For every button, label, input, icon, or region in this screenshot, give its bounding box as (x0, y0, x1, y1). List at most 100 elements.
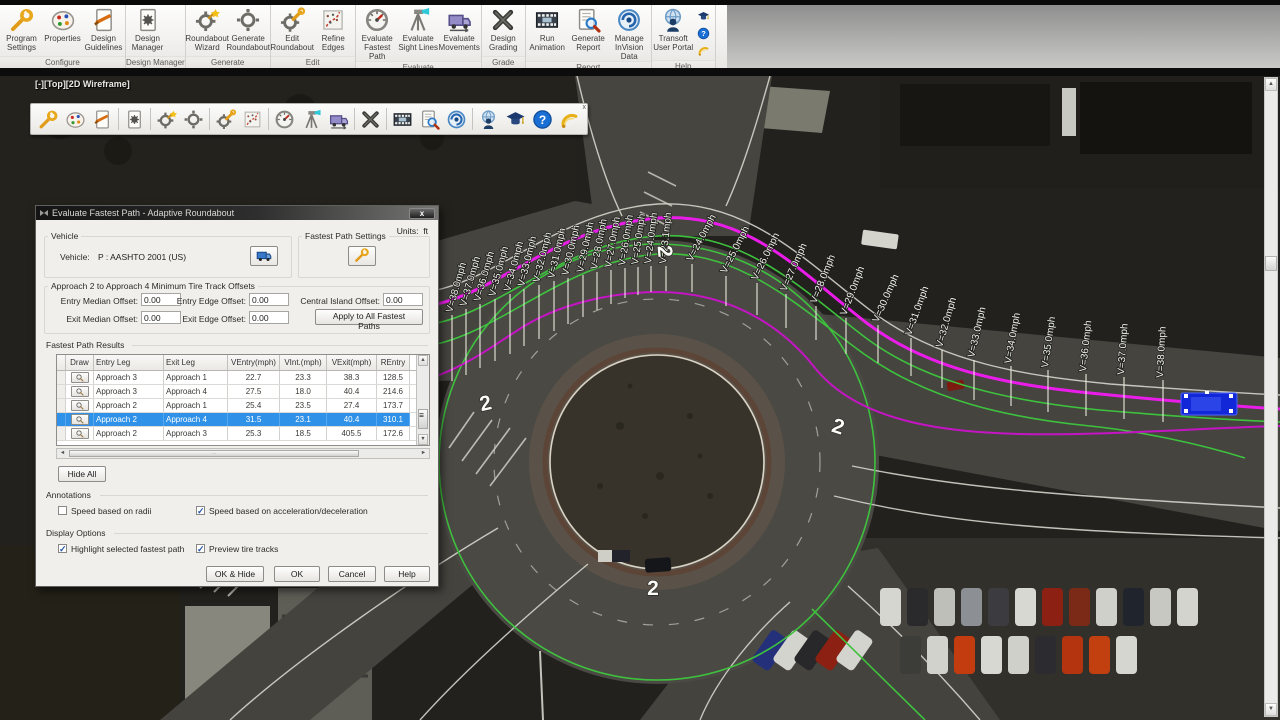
ribbon-transoft-user-portal-button[interactable]: Transoft User Portal (653, 6, 694, 52)
ribbon-design-grading-button[interactable]: Design Grading (483, 6, 524, 52)
ribbon-refine-edges-button[interactable]: Refine Edges (313, 6, 354, 52)
table-scroll-left[interactable]: ◄ (58, 450, 67, 457)
hide-all-button[interactable]: Hide All (58, 466, 106, 482)
ribbon-roundabout-wizard-button[interactable]: Roundabout Wizard (187, 6, 228, 52)
dialog-title-bar[interactable]: Evaluate Fastest Path - Adaptive Roundab… (36, 206, 438, 220)
toolbar-palette-button[interactable] (62, 106, 89, 132)
drawing-viewport[interactable]: V=38.0mphV=37.0mphV=36.0mphV=35.0mphV=34… (0, 76, 1280, 720)
viewport-vertical-scrollbar[interactable]: ▲ ▼ (1264, 77, 1278, 717)
ribbon-generate-roundabout-button[interactable]: Generate Roundabout (228, 6, 269, 52)
table-row[interactable]: Approach 2Approach 325.318.5405.5172.6 (57, 427, 429, 441)
ribbon-edit-roundabout-button[interactable]: Edit Roundabout (272, 6, 313, 52)
table-hscroll-thumb[interactable]: ⋯ (69, 450, 359, 457)
draw-cell[interactable] (66, 371, 94, 384)
dialog-close-button[interactable]: x (409, 208, 435, 219)
table-scroll-up[interactable]: ▲ (418, 355, 428, 366)
ribbon-program-settings-button[interactable]: Program Settings (1, 6, 42, 52)
column-header-draw[interactable]: Draw (66, 355, 94, 370)
help-button[interactable]: Help (384, 566, 430, 582)
parked-car (1089, 636, 1110, 674)
table-horizontal-scrollbar[interactable]: ◄ ⋯ ► (56, 448, 430, 459)
toolbar-doc-pen-button[interactable] (89, 106, 116, 132)
column-header-selector[interactable] (57, 355, 66, 370)
cancel-button[interactable]: Cancel (328, 566, 376, 582)
ribbon-grad-cap-button[interactable] (696, 8, 712, 24)
ribbon-properties-button[interactable]: Properties (42, 6, 83, 43)
table-cell: Approach 2 (94, 399, 164, 412)
toolbar-grading-button[interactable] (357, 106, 384, 132)
ribbon-help-circle-button[interactable]: ? (696, 25, 712, 41)
ribbon-evaluate-movements-button[interactable]: Evaluate Movements (439, 6, 480, 52)
toolbar-wrench-button[interactable] (35, 106, 62, 132)
ribbon-gauge-mini-button[interactable] (696, 42, 712, 58)
table-vertical-scrollbar[interactable]: ▲ ≡ ▼ (416, 355, 429, 445)
table-row[interactable]: Approach 3Approach 427.518.040.4214.6 (57, 385, 429, 399)
apply-all-fastest-paths-button[interactable]: Apply to All Fastest Paths (315, 309, 423, 325)
floating-toolbar: ?x (30, 103, 588, 135)
ribbon-design-guidelines-button[interactable]: Design Guidelines (83, 6, 124, 52)
toolbar-roundabout-wrench-button[interactable] (212, 106, 239, 132)
draw-cell[interactable] (66, 413, 94, 426)
ribbon-evaluate-sight-lines-button[interactable]: Evaluate Sight Lines (398, 6, 439, 52)
entry-edge-offset-input[interactable] (249, 293, 289, 306)
annotations-speed-based-on-acceleration-deceleration-checkbox[interactable]: ✓ (196, 506, 205, 515)
toolbar-gauge-mini-button[interactable] (556, 106, 583, 132)
toolbar-close-icon[interactable]: x (583, 104, 587, 111)
annotations-speed-based-on-radii-checkbox[interactable] (58, 506, 67, 515)
draw-cell[interactable] (66, 427, 94, 440)
column-header-vexit-mph[interactable]: VExit(mph) (327, 355, 377, 370)
table-scroll-right[interactable]: ► (419, 450, 428, 457)
central-island-offset-input[interactable] (383, 293, 423, 306)
toolbar-truck-button[interactable] (325, 106, 352, 132)
vehicle-picker-button[interactable] (250, 246, 278, 266)
ribbon-generate-report-button[interactable]: Generate Report (568, 6, 609, 52)
toolbar-doc-gear-button[interactable] (121, 106, 148, 132)
table-row[interactable]: Approach 3Approach 122.723.338.3128.5 (57, 371, 429, 385)
scroll-thumb[interactable] (1265, 256, 1277, 271)
table-row[interactable]: Approach 2Approach 125.423.527.4173.7 (57, 399, 429, 413)
ribbon-run-animation-button[interactable]: Run Animation (527, 6, 568, 52)
draw-path-button[interactable] (71, 428, 89, 439)
draw-path-button[interactable] (71, 386, 89, 397)
toolbar-refine-button[interactable] (239, 106, 266, 132)
scroll-down-arrow[interactable]: ▼ (1265, 703, 1277, 716)
draw-cell[interactable] (66, 385, 94, 398)
table-scroll-thumb[interactable]: ≡ (418, 409, 428, 429)
scroll-up-arrow[interactable]: ▲ (1265, 78, 1277, 91)
display-highlight-selected-fastest-path-checkbox[interactable]: ✓ (58, 544, 67, 553)
display-preview-tire-tracks-checkbox[interactable]: ✓ (196, 544, 205, 553)
draw-path-button[interactable] (71, 400, 89, 411)
toolbar-help-circle-button[interactable]: ? (529, 106, 556, 132)
toolbar-roundabout-wand-button[interactable] (153, 106, 180, 132)
toolbar-speedometer-button[interactable] (271, 106, 298, 132)
wrench-icon (354, 247, 370, 263)
ribbon-manage-invision-data-button[interactable]: Manage InVision Data (609, 6, 650, 61)
ribbon-side-buttons: ? (694, 6, 714, 60)
selected-vehicle[interactable] (1181, 391, 1237, 415)
column-header-vint-mph[interactable]: VInt.(mph) (280, 355, 327, 370)
fastest-path-results-table[interactable]: DrawEntry LegExit LegVEntry(mph)VInt.(mp… (56, 354, 430, 446)
toolbar-grad-cap-button[interactable] (502, 106, 529, 132)
ribbon-evaluate-fastest-path-button[interactable]: Evaluate Fastest Path (357, 6, 398, 61)
column-header-ventry-mph[interactable]: VEntry(mph) (228, 355, 280, 370)
column-header-entry-leg[interactable]: Entry Leg (94, 355, 164, 370)
ok-hide-button[interactable]: OK & Hide (206, 566, 264, 582)
ribbon-group-evaluate: Evaluate Fastest PathEvaluate Sight Line… (356, 5, 482, 68)
draw-cell[interactable] (66, 399, 94, 412)
toolbar-invision-button[interactable] (443, 106, 470, 132)
exit-edge-offset-input[interactable] (249, 311, 289, 324)
draw-path-button[interactable] (71, 372, 89, 383)
toolbar-tripod-button[interactable] (298, 106, 325, 132)
column-header-rentry[interactable]: REntry (377, 355, 410, 370)
toolbar-portal-button[interactable] (475, 106, 502, 132)
toolbar-roundabout-button[interactable] (180, 106, 207, 132)
column-header-exit-leg[interactable]: Exit Leg (164, 355, 228, 370)
table-row[interactable]: Approach 2Approach 431.523.140.4310.1 (57, 413, 429, 427)
toolbar-report-button[interactable] (416, 106, 443, 132)
fastest-path-settings-button[interactable] (348, 246, 376, 266)
draw-path-button[interactable] (71, 414, 89, 425)
ribbon-design-manager-button[interactable]: Design Manager (127, 6, 168, 52)
table-scroll-down[interactable]: ▼ (418, 434, 428, 445)
ok-button[interactable]: OK (274, 566, 320, 582)
toolbar-film-button[interactable] (389, 106, 416, 132)
